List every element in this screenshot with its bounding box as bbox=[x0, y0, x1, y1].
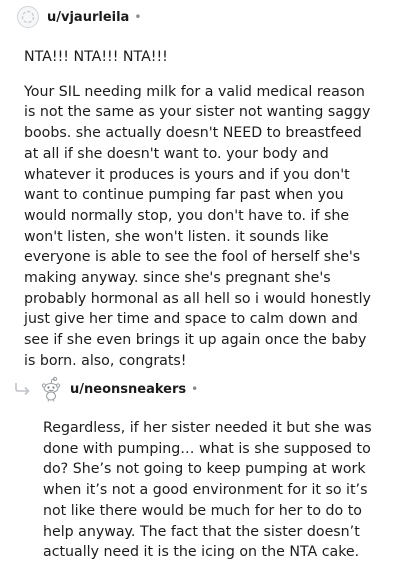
username[interactable]: u/vjaurleila bbox=[47, 10, 129, 25]
comment: u/vjaurleila • NTA!!! NTA!!! NTA!!! Your… bbox=[0, 0, 400, 372]
comment-body: Regardless, if her sister needed it but … bbox=[0, 418, 400, 563]
comment-header: u/neonsneakers • bbox=[0, 372, 400, 406]
comment-paragraph: Regardless, if her sister needed it but … bbox=[43, 420, 372, 561]
default-avatar-icon[interactable] bbox=[17, 6, 39, 28]
username[interactable]: u/neonsneakers bbox=[70, 382, 186, 397]
comment-header: u/vjaurleila • bbox=[0, 0, 400, 34]
separator-dot: • bbox=[134, 10, 142, 24]
comment-reply: u/neonsneakers • Regardless, if her sist… bbox=[0, 372, 400, 563]
reply-arrow-icon bbox=[15, 383, 30, 396]
snoo-avatar-icon[interactable] bbox=[40, 376, 62, 402]
comment-paragraph: NTA!!! NTA!!! NTA!!! bbox=[24, 49, 168, 65]
comment-paragraph: Your SIL needing milk for a valid medica… bbox=[24, 83, 371, 369]
separator-dot: • bbox=[191, 382, 199, 396]
comment-body: NTA!!! NTA!!! NTA!!! Your SIL needing mi… bbox=[0, 47, 400, 372]
